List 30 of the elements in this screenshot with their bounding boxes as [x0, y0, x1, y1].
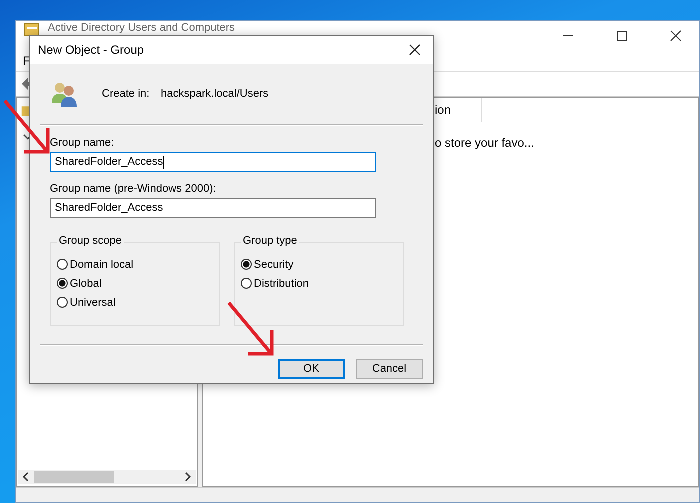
field-label: Group name (pre-Windows 2000):: [50, 183, 218, 195]
scrollbar[interactable]: [18, 470, 196, 484]
group-title: Group type: [241, 235, 300, 247]
field-label: Group name:: [50, 137, 116, 149]
close-icon[interactable]: [670, 30, 682, 42]
close-icon[interactable]: [409, 44, 421, 56]
radio-button[interactable]: [57, 278, 68, 289]
text-cursor: [163, 156, 164, 168]
input-field[interactable]: SharedFolder_Access: [50, 152, 376, 172]
radio-label[interactable]: Distribution: [254, 278, 310, 290]
radio-button[interactable]: [57, 297, 68, 308]
dialog-title: New Object - Group: [38, 43, 144, 57]
create-in-path: hackspark.local/Users: [161, 88, 269, 100]
radio-button[interactable]: [241, 278, 252, 289]
column-header[interactable]: ion: [435, 98, 482, 122]
dialog-button[interactable]: OK: [278, 359, 345, 379]
group-title: Group scope: [57, 235, 124, 247]
dialog-button[interactable]: Cancel: [356, 359, 423, 379]
radio-label[interactable]: Security: [254, 258, 294, 270]
maximize-icon[interactable]: [616, 30, 628, 42]
radio-button[interactable]: [57, 259, 68, 270]
scroll-thumb[interactable]: [34, 471, 114, 483]
list-text: o store your favo...: [434, 135, 536, 150]
radio-label[interactable]: Global: [70, 278, 102, 290]
radio-label[interactable]: Universal: [70, 296, 116, 308]
radio-button[interactable]: [241, 259, 252, 270]
window-title: Active Directory Users and Computers: [48, 22, 236, 35]
input-field[interactable]: SharedFolder_Access: [50, 198, 376, 218]
radio-label[interactable]: Domain local: [70, 258, 134, 270]
create-in-label: Create in:: [102, 88, 151, 100]
